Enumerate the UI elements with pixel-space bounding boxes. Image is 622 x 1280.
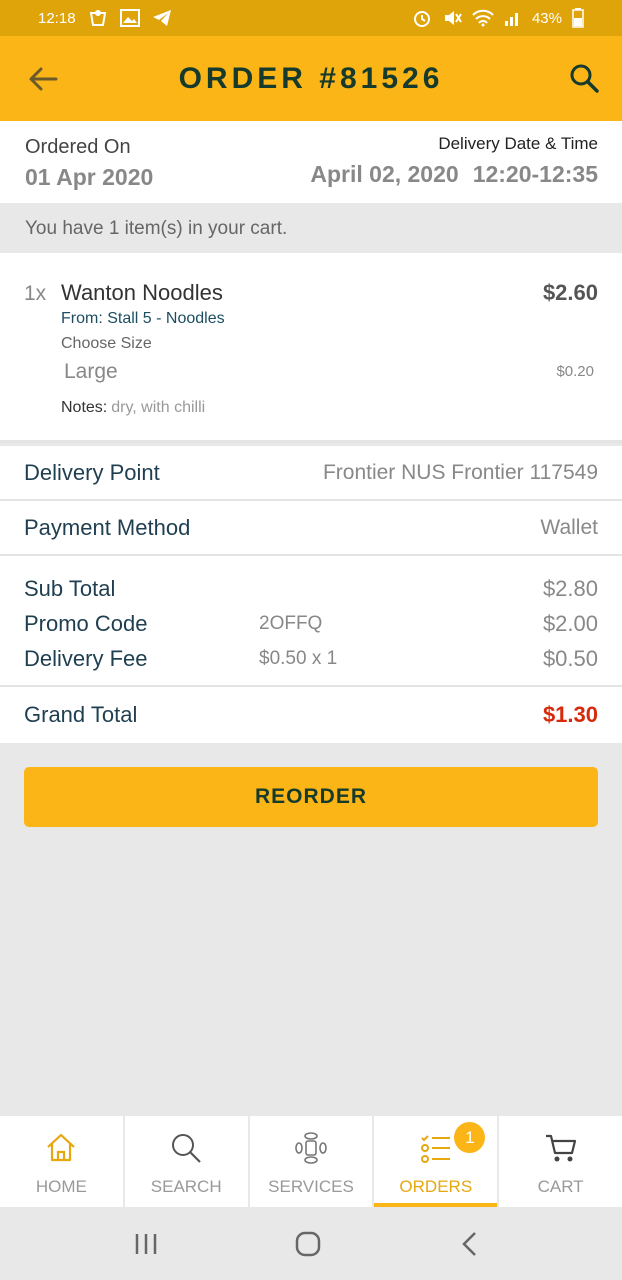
search-icon: [172, 1134, 201, 1163]
item-quantity: 1x: [24, 282, 47, 305]
delivery-point-value: Frontier NUS Frontier 117549: [322, 460, 598, 484]
gallery-icon: [119, 9, 140, 27]
item-option-value: Large: [64, 360, 118, 383]
promo-row: Promo Code 2OFFQ $2.00: [24, 611, 598, 641]
item-notes: Notes: dry, with chilli: [61, 399, 205, 417]
alarm-icon: [413, 11, 430, 27]
orders-list-icon: [420, 1135, 450, 1163]
bottom-nav: HOME SEARCH SERVICES ORDERS 1 CART: [0, 1116, 622, 1207]
battery-percent: 43%: [531, 9, 562, 27]
app-notification-icon: [89, 10, 106, 26]
nav-home-label: HOME: [35, 1177, 87, 1196]
ordered-on-label: Ordered On: [25, 136, 131, 158]
item-price: $2.60: [542, 280, 598, 305]
nav-search-label: SEARCH: [150, 1177, 222, 1196]
item-name: Wanton Noodles: [61, 280, 223, 305]
mute-icon: [444, 11, 462, 25]
payment-method-label: Payment Method: [24, 514, 191, 540]
signal-icon: [504, 13, 518, 26]
delivery-fee-value: $0.50: [542, 646, 598, 671]
item-option-price: $0.20: [556, 363, 594, 380]
nav-home[interactable]: HOME: [0, 1116, 125, 1207]
nav-services-label: SERVICES: [268, 1177, 354, 1196]
delivery-datetime-label: Delivery Date & Time: [438, 134, 598, 153]
telegram-icon: [152, 10, 171, 26]
delivery-fee-row: Delivery Fee $0.50 x 1 $0.50: [24, 646, 598, 676]
nav-cart-label: CART: [537, 1177, 584, 1196]
app-header: ORDER #81526: [0, 36, 622, 121]
delivery-point-label: Delivery Point: [24, 459, 160, 485]
nav-orders-label: ORDERS: [399, 1177, 473, 1196]
search-icon[interactable]: [568, 62, 600, 94]
delivery-point-row: Delivery Point Frontier NUS Frontier 117…: [0, 446, 622, 501]
payment-method-value: Wallet: [540, 515, 598, 539]
nav-cart[interactable]: CART: [499, 1116, 622, 1207]
home-icon: [47, 1133, 76, 1162]
subtotal-label: Sub Total: [24, 576, 116, 601]
battery-icon: [572, 8, 584, 28]
nav-orders[interactable]: ORDERS 1: [374, 1116, 500, 1207]
totals-section: Sub Total $2.80 Promo Code 2OFFQ $2.00 D…: [0, 556, 622, 687]
services-icon: [295, 1132, 327, 1164]
cart-summary-banner: You have 1 item(s) in your cart.: [0, 203, 622, 253]
payment-method-row: Payment Method Wallet: [0, 501, 622, 556]
nav-services[interactable]: SERVICES: [250, 1116, 375, 1207]
grand-total-value: $1.30: [542, 702, 598, 727]
grand-total-label: Grand Total: [24, 702, 138, 727]
delivery-time: 12:20-12:35: [472, 161, 598, 187]
home-nav-icon[interactable]: [294, 1230, 322, 1258]
delivery-fee-label: Delivery Fee: [24, 646, 148, 671]
ordered-on-date: 01 Apr 2020: [25, 164, 154, 190]
delivery-fee-detail: $0.50 x 1: [259, 648, 338, 669]
promo-code: 2OFFQ: [259, 613, 323, 634]
back-arrow-icon[interactable]: [26, 62, 60, 96]
cart-icon: [545, 1134, 576, 1162]
status-time: 12:18: [38, 9, 76, 27]
item-option-label: Choose Size: [61, 335, 152, 352]
orders-badge: 1: [454, 1122, 486, 1153]
item-notes-value: dry, with chilli: [111, 399, 206, 416]
item-stall: From: Stall 5 - Noodles: [61, 310, 225, 327]
recent-apps-icon[interactable]: [132, 1230, 160, 1258]
grand-total-row: Grand Total $1.30: [0, 687, 622, 743]
system-nav-bar: [0, 1207, 622, 1280]
promo-value: $2.00: [542, 611, 598, 636]
item-notes-label: Notes:: [61, 399, 108, 416]
delivery-datetime: April 02, 2020 12:20-12:35: [310, 161, 598, 188]
status-bar: 12:18 43%: [0, 0, 622, 36]
page-title: ORDER #81526: [178, 61, 444, 95]
promo-label: Promo Code: [24, 611, 148, 636]
wifi-icon: [472, 9, 494, 27]
subtotal-value: $2.80: [542, 576, 598, 601]
back-nav-icon[interactable]: [456, 1230, 484, 1258]
delivery-date: April 02, 2020: [310, 161, 459, 187]
subtotal-row: Sub Total $2.80: [24, 576, 598, 606]
order-item: 1x Wanton Noodles $2.60 From: Stall 5 - …: [0, 253, 622, 443]
reorder-button[interactable]: REORDER: [24, 767, 598, 827]
nav-search[interactable]: SEARCH: [125, 1116, 250, 1207]
order-info: Ordered On 01 Apr 2020 Delivery Date & T…: [0, 121, 622, 203]
